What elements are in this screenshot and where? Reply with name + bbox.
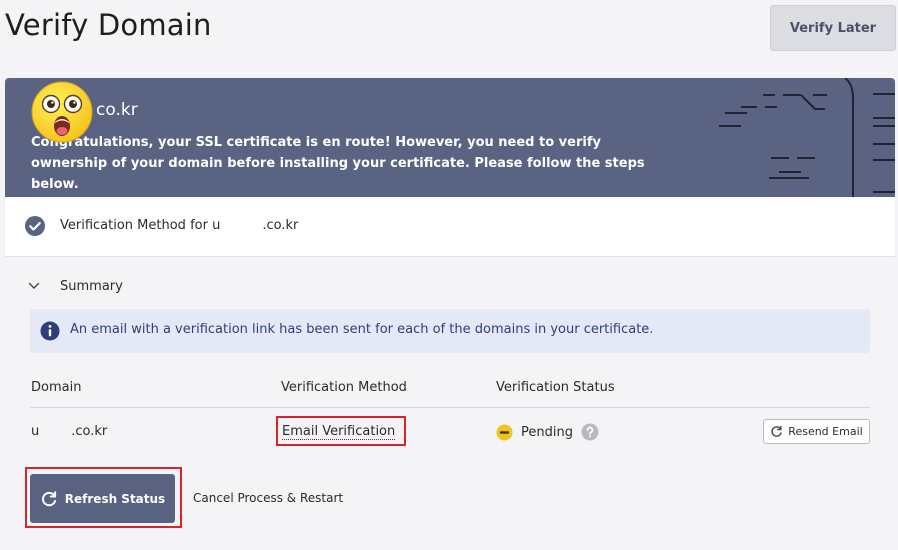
- verify-later-button[interactable]: Verify Later: [770, 5, 896, 51]
- refresh-status-button[interactable]: Refresh Status: [30, 474, 175, 523]
- banner-message: Congratulations, your SSL certificate is…: [31, 135, 645, 192]
- table-divider: [30, 407, 870, 408]
- email-verification-link[interactable]: Email Verification: [276, 416, 406, 446]
- cancel-process-link[interactable]: Cancel Process & Restart: [193, 491, 343, 505]
- column-header-method: Verification Method: [281, 380, 407, 395]
- pending-icon: [496, 424, 513, 440]
- summary-toggle[interactable]: Summary: [27, 277, 123, 295]
- info-alert: An email with a verification link has be…: [30, 309, 870, 353]
- verification-method-row[interactable]: Verification Method for u .co.kr: [5, 197, 895, 257]
- verify-domain-page: Verify Domain Verify Later co.kr Congrat…: [0, 0, 898, 550]
- row-domain-suffix: .co.kr: [71, 424, 108, 439]
- refresh-icon: [41, 490, 56, 506]
- refresh-icon: [771, 425, 782, 437]
- verification-card: co.kr Congratulations, your SSL certific…: [5, 78, 895, 550]
- email-verification-text: Email Verification: [282, 424, 396, 440]
- info-text: An email with a verification link has be…: [70, 322, 654, 337]
- circuit-decoration-icon: [719, 78, 895, 197]
- resend-email-button[interactable]: Resend Email: [763, 419, 870, 444]
- row-domain-prefix: u: [31, 424, 40, 439]
- resend-email-label: Resend Email: [788, 425, 863, 438]
- method-label-suffix: .co.kr: [262, 218, 299, 233]
- summary-label: Summary: [60, 278, 123, 294]
- refresh-status-label: Refresh Status: [64, 491, 166, 506]
- column-header-domain: Domain: [31, 380, 82, 395]
- column-header-status: Verification Status: [496, 380, 615, 395]
- verification-method-label: Verification Method for u .co.kr: [60, 218, 298, 233]
- status-text: Pending: [521, 424, 573, 440]
- check-circle-icon: [25, 216, 45, 236]
- shock-face-emoji-icon: [31, 81, 93, 143]
- banner-domain: co.kr: [96, 100, 138, 120]
- chevron-down-icon: [28, 282, 40, 289]
- verification-status: Pending: [496, 423, 599, 441]
- page-title: Verify Domain: [5, 8, 212, 42]
- method-label-prefix: Verification Method for u: [60, 218, 221, 233]
- info-icon: [40, 321, 60, 341]
- help-icon[interactable]: [581, 423, 599, 441]
- congrats-banner: co.kr Congratulations, your SSL certific…: [5, 78, 895, 197]
- row-domain: u .co.kr: [31, 424, 107, 439]
